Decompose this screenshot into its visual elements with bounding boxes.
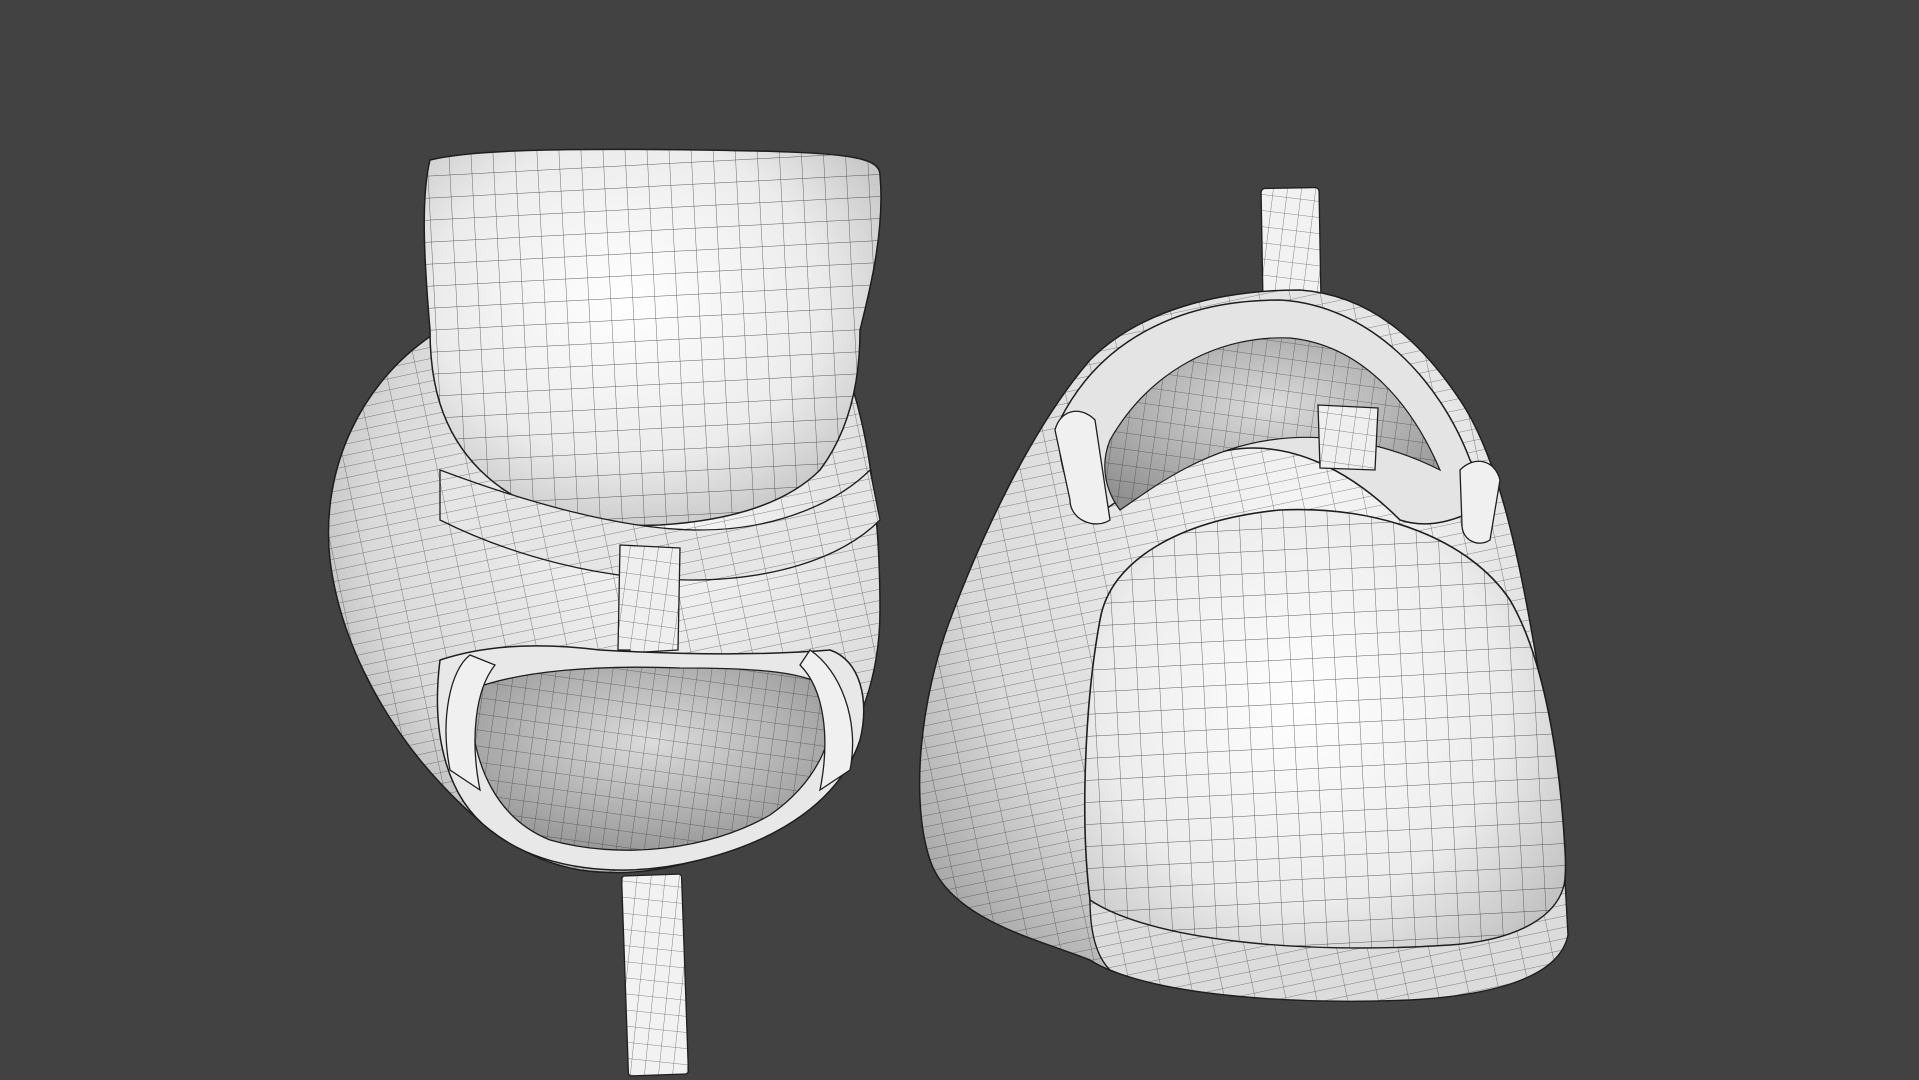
left-shoe-mesh	[327, 148, 882, 1077]
right-shoe-mesh	[918, 186, 1569, 1002]
shoe-renders	[327, 148, 1569, 1077]
render-viewport	[0, 0, 1919, 1080]
